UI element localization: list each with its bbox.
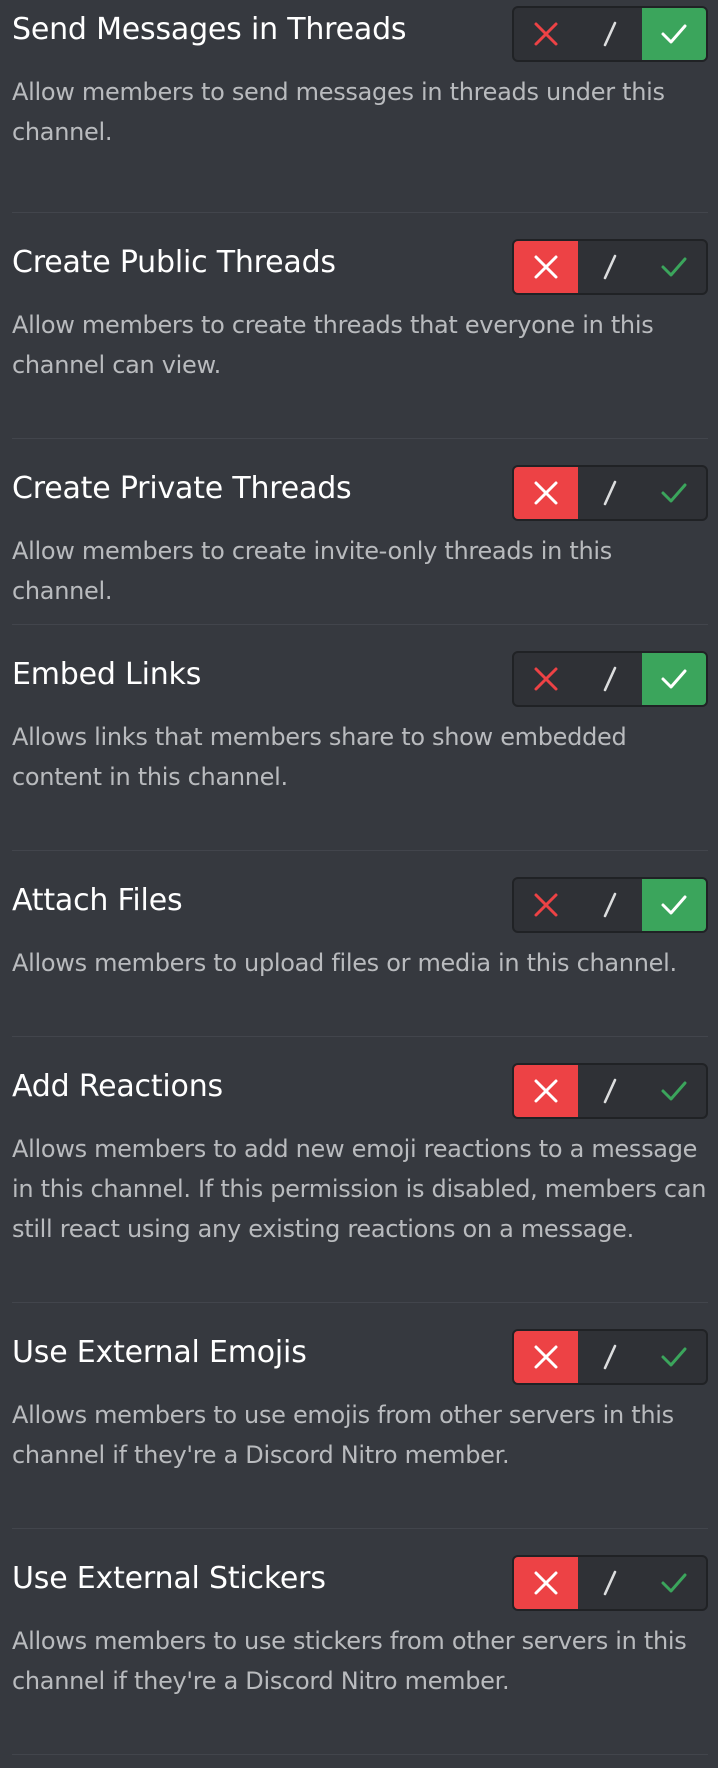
allow-button[interactable]	[642, 467, 706, 519]
permission-row: Send Messages in Threads Allow members to…	[0, 0, 718, 213]
permission-row: Use External Emojis Allows members to use…	[0, 1303, 718, 1529]
permission-title: Use External Emojis	[12, 1335, 307, 1370]
allow-button[interactable]	[642, 1331, 706, 1383]
allow-button[interactable]	[642, 1557, 706, 1609]
x-icon	[533, 1078, 559, 1104]
permission-row: Add Reactions Allows members to add new e…	[0, 1037, 718, 1303]
neutral-button[interactable]	[578, 241, 642, 293]
neutral-button[interactable]	[578, 8, 642, 60]
slash-icon	[600, 1077, 620, 1105]
permission-row: Attach Files Allows members to upload fil…	[0, 851, 718, 1037]
check-icon	[660, 256, 688, 278]
deny-button[interactable]	[514, 241, 578, 293]
slash-icon	[600, 479, 620, 507]
row-divider	[12, 1754, 708, 1755]
deny-button[interactable]	[514, 1557, 578, 1609]
permission-row: Create Private Threads Allow members to c…	[0, 439, 718, 625]
permission-tristate-toggle	[512, 877, 708, 933]
permission-title: Use External Stickers	[12, 1561, 326, 1596]
check-icon	[660, 1346, 688, 1368]
permission-description: Allows members to use emojis from other …	[12, 1401, 674, 1469]
permission-description: Allows members to add new emoji reaction…	[12, 1135, 707, 1243]
permission-row: Create Public Threads Allow members to cr…	[0, 213, 718, 439]
x-icon	[533, 1344, 559, 1370]
neutral-button[interactable]	[578, 1331, 642, 1383]
allow-button[interactable]	[642, 8, 706, 60]
x-icon	[533, 892, 559, 918]
neutral-button[interactable]	[578, 879, 642, 931]
neutral-button[interactable]	[578, 653, 642, 705]
permission-tristate-toggle	[512, 239, 708, 295]
deny-button[interactable]	[514, 1331, 578, 1383]
check-icon	[660, 23, 688, 45]
permission-title: Embed Links	[12, 657, 202, 692]
neutral-button[interactable]	[578, 1065, 642, 1117]
permission-tristate-toggle	[512, 651, 708, 707]
neutral-button[interactable]	[578, 1557, 642, 1609]
neutral-button[interactable]	[578, 467, 642, 519]
permission-title: Create Private Threads	[12, 471, 352, 506]
permission-description: Allows members to upload files or media …	[12, 949, 677, 977]
allow-button[interactable]	[642, 879, 706, 931]
permission-description: Allow members to create invite-only thre…	[12, 537, 612, 605]
slash-icon	[600, 253, 620, 281]
x-icon	[533, 1570, 559, 1596]
x-icon	[533, 480, 559, 506]
permission-description: Allow members to create threads that eve…	[12, 311, 654, 379]
permission-title: Send Messages in Threads	[12, 12, 407, 47]
deny-button[interactable]	[514, 879, 578, 931]
permission-title: Add Reactions	[12, 1069, 223, 1104]
permission-title: Create Public Threads	[12, 245, 336, 280]
allow-button[interactable]	[642, 241, 706, 293]
permission-description: Allows links that members share to show …	[12, 723, 627, 791]
slash-icon	[600, 1569, 620, 1597]
check-icon	[660, 894, 688, 916]
permission-tristate-toggle	[512, 465, 708, 521]
permission-row: Embed Links Allows links that members sha…	[0, 625, 718, 851]
deny-button[interactable]	[514, 653, 578, 705]
deny-button[interactable]	[514, 467, 578, 519]
check-icon	[660, 482, 688, 504]
permission-description: Allows members to use stickers from othe…	[12, 1627, 687, 1695]
deny-button[interactable]	[514, 1065, 578, 1117]
x-icon	[533, 666, 559, 692]
slash-icon	[600, 891, 620, 919]
allow-button[interactable]	[642, 1065, 706, 1117]
slash-icon	[600, 665, 620, 693]
check-icon	[660, 668, 688, 690]
x-icon	[533, 254, 559, 280]
permission-tristate-toggle	[512, 1329, 708, 1385]
slash-icon	[600, 1343, 620, 1371]
permission-tristate-toggle	[512, 1063, 708, 1119]
deny-button[interactable]	[514, 8, 578, 60]
slash-icon	[600, 20, 620, 48]
allow-button[interactable]	[642, 653, 706, 705]
check-icon	[660, 1572, 688, 1594]
permission-tristate-toggle	[512, 6, 708, 62]
permission-description: Allow members to send messages in thread…	[12, 78, 665, 146]
permission-row: Use External Stickers Allows members to u…	[0, 1529, 718, 1755]
check-icon	[660, 1080, 688, 1102]
permission-title: Attach Files	[12, 883, 183, 918]
x-icon	[533, 21, 559, 47]
permission-tristate-toggle	[512, 1555, 708, 1611]
